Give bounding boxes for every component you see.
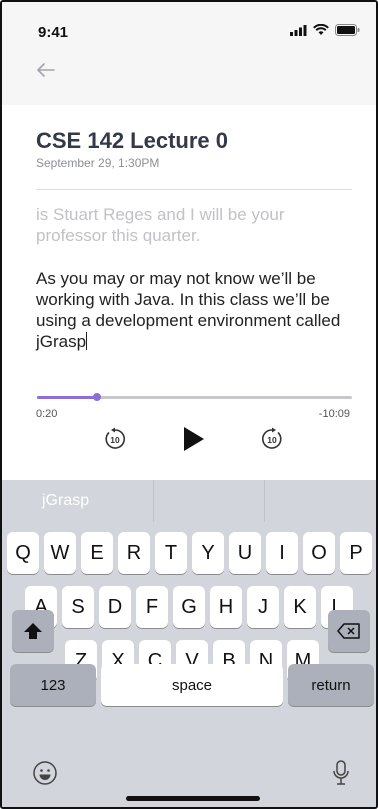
transcript-editor[interactable]: As you may or may not know we’ll be work… xyxy=(36,268,354,352)
play-icon[interactable] xyxy=(181,426,207,452)
key-y[interactable]: Y xyxy=(192,532,224,574)
scrubber-handle[interactable] xyxy=(92,393,101,401)
wifi-icon xyxy=(313,24,329,35)
backspace-icon xyxy=(337,623,360,639)
elapsed-time: 0:20 xyxy=(36,408,58,420)
note-date: September 29, 1:30PM xyxy=(36,156,160,170)
divider xyxy=(36,189,352,190)
skip-back-label: 10 xyxy=(110,435,120,445)
transcript-text: As you may or may not know we’ll be work… xyxy=(36,269,341,351)
skip-back-10-icon[interactable]: 10 xyxy=(102,426,128,452)
phone-screen: 9:41 CSE 142 Lecture 0 September 29, 1:3… xyxy=(0,0,378,809)
shift-key[interactable] xyxy=(12,610,54,652)
key-h[interactable]: H xyxy=(210,586,242,628)
skip-forward-label: 10 xyxy=(267,435,277,445)
key-u[interactable]: U xyxy=(229,532,261,574)
microphone-icon[interactable] xyxy=(332,760,350,786)
key-q[interactable]: Q xyxy=(7,532,39,574)
key-s[interactable]: S xyxy=(62,586,94,628)
emoji-icon[interactable] xyxy=(32,760,58,786)
header-area: 9:41 xyxy=(2,2,376,105)
suggestion-bar: jGrasp xyxy=(2,480,376,522)
delete-key[interactable] xyxy=(328,610,370,652)
key-j[interactable]: J xyxy=(247,586,279,628)
suggestion-1[interactable]: jGrasp xyxy=(2,480,154,522)
text-cursor xyxy=(86,332,88,350)
key-d[interactable]: D xyxy=(99,586,131,628)
shift-icon xyxy=(24,623,42,639)
key-k[interactable]: K xyxy=(284,586,316,628)
battery-icon xyxy=(335,24,360,36)
keyboard: jGrasp QWERTYUIOP ASDFGHJKL ZXCVBNM 123 … xyxy=(2,480,376,807)
key-o[interactable]: O xyxy=(303,532,335,574)
space-key[interactable]: space xyxy=(101,664,283,706)
key-g[interactable]: G xyxy=(173,586,205,628)
previous-transcript-text: is Stuart Reges and I will be your profe… xyxy=(36,205,285,245)
back-arrow-icon[interactable] xyxy=(34,58,58,82)
note-title: CSE 142 Lecture 0 xyxy=(36,128,228,153)
key-f[interactable]: F xyxy=(136,586,168,628)
home-indicator xyxy=(126,796,260,801)
playback-scrubber[interactable] xyxy=(37,393,352,401)
status-time: 9:41 xyxy=(38,24,69,41)
return-key[interactable]: return xyxy=(288,664,374,706)
key-t[interactable]: T xyxy=(155,532,187,574)
key-r[interactable]: R xyxy=(118,532,150,574)
key-p[interactable]: P xyxy=(340,532,372,574)
remaining-time: -10:09 xyxy=(318,408,350,420)
status-icons xyxy=(290,24,360,36)
suggestion-2[interactable] xyxy=(154,480,266,522)
numbers-key[interactable]: 123 xyxy=(10,664,96,706)
key-w[interactable]: W xyxy=(44,532,76,574)
key-i[interactable]: I xyxy=(266,532,298,574)
skip-forward-10-icon[interactable]: 10 xyxy=(259,426,285,452)
key-e[interactable]: E xyxy=(81,532,113,574)
signal-icon xyxy=(290,24,307,36)
playback-progress xyxy=(37,396,97,399)
suggestion-3[interactable] xyxy=(265,480,376,522)
